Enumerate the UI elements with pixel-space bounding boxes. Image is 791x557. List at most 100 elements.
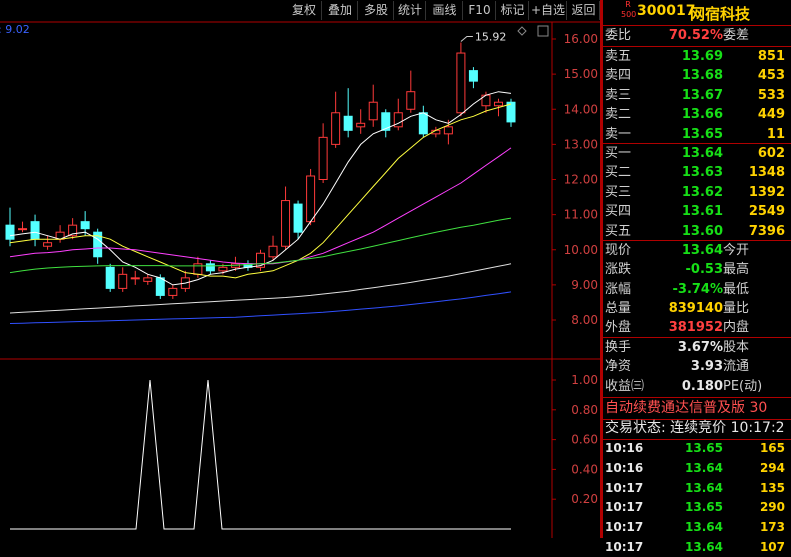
price-axis-label: 8.00	[571, 313, 598, 327]
asks-row[interactable]: 卖一 13.65 11	[605, 125, 791, 144]
candle-body	[30, 221, 40, 240]
stat-label: 涨幅	[605, 281, 632, 297]
bids-row[interactable]: 买二 13.63 1348	[605, 163, 791, 182]
peak-price-label: 15.92	[475, 31, 507, 44]
bids-row[interactable]: 买四 13.61 2549	[605, 202, 791, 221]
bids-price: 13.61	[681, 204, 723, 220]
tick-time: 10:17	[605, 520, 644, 535]
asks-label: 卖二	[605, 107, 632, 123]
bids-volume: 1348	[748, 165, 785, 181]
asks-row[interactable]: 卖二 13.66 449	[605, 105, 791, 124]
asks-price: 13.69	[681, 49, 723, 64]
weibi-label: 委比	[605, 28, 632, 43]
asks-price: 13.68	[681, 68, 723, 84]
toolbar-button-3[interactable]: 统计	[395, 1, 426, 20]
toolbar-button-5[interactable]: F10	[464, 1, 496, 20]
toolbar-button-4[interactable]: 画线	[427, 1, 463, 20]
finance-value: 3.93	[690, 359, 723, 375]
bids-price: 13.63	[681, 165, 723, 181]
tick-time: 10:17	[605, 540, 644, 554]
asks-row[interactable]: 卖三 13.67 533	[605, 86, 791, 105]
tick-row[interactable]: 10:16 13.64 294	[605, 459, 791, 478]
toolbar-button-2[interactable]: 多股	[359, 1, 394, 20]
price-axis-label: 9.00	[571, 278, 598, 292]
stat-label-2: 量比	[723, 300, 750, 316]
moving-average-ma250	[9, 291, 512, 324]
candle-body	[193, 263, 203, 275]
finance-label-2: 流通	[723, 359, 750, 375]
stat-label-2: 内盘	[723, 320, 750, 336]
stat-row: 涨跌 -0.53 最高	[605, 260, 791, 279]
bids-row[interactable]: 买一 13.64 602	[605, 144, 791, 163]
candle-body	[281, 200, 291, 247]
separator	[603, 397, 791, 398]
bids-row[interactable]: 买五 13.60 7396	[605, 222, 791, 241]
finance-label: 净资	[605, 359, 632, 375]
candle-body	[356, 122, 366, 128]
toolbar-button-1[interactable]: 叠加	[323, 1, 358, 20]
price-axis-label: 11.00	[564, 208, 598, 222]
tick-row[interactable]: 10:17 13.64 173	[605, 518, 791, 537]
tick-row[interactable]: 10:17 13.64 107	[605, 538, 791, 557]
candle-body	[118, 273, 128, 289]
tick-volume: 165	[759, 441, 785, 455]
candle-body	[80, 221, 90, 230]
indicator-signal-line	[10, 379, 511, 530]
bids-label: 买三	[605, 184, 632, 200]
asks-row[interactable]: 卖四 13.68 453	[605, 66, 791, 85]
tick-row[interactable]: 10:16 13.65 165	[605, 439, 791, 458]
bids-label: 买一	[605, 146, 632, 161]
panel-divider	[600, 0, 603, 538]
trade-status: 交易状态: 连续竞价 10:17:2	[605, 420, 785, 436]
tick-row[interactable]: 10:17 13.65 290	[605, 498, 791, 517]
tick-volume: 290	[759, 500, 785, 515]
ma-value-label: : 9.02	[0, 23, 30, 36]
asks-volume: 533	[757, 87, 785, 103]
asks-price: 13.67	[681, 87, 723, 103]
tick-time: 10:17	[605, 500, 644, 515]
candle-body	[331, 112, 341, 145]
tick-time: 10:17	[605, 480, 644, 495]
tick-row[interactable]: 10:17 13.64 135	[605, 479, 791, 498]
finance-row: 净资 3.93 流通	[605, 357, 791, 376]
stat-row: 现价 13.64 今开	[605, 241, 791, 260]
price-axis-label: 12.00	[564, 173, 598, 187]
toolbar-button-8[interactable]: 返回	[568, 1, 600, 20]
stat-label: 总量	[605, 300, 632, 316]
toolbar-button-7[interactable]: +自选	[530, 1, 567, 20]
stat-value: -0.53	[685, 262, 723, 278]
tick-price: 13.65	[685, 500, 723, 515]
finance-row: 收益㈢ 0.180 PE(动)	[605, 377, 791, 396]
bids-volume: 7396	[748, 223, 785, 239]
weibi-row: 委比 70.52% 委差	[605, 26, 749, 45]
stat-label-2: 最低	[723, 281, 750, 297]
weicha-label: 委差	[723, 28, 750, 43]
diamond-icon	[517, 26, 527, 36]
asks-row[interactable]: 卖五 13.69 851	[605, 47, 791, 66]
stat-label-2: 今开	[723, 243, 750, 258]
stock-code: 300017	[637, 3, 696, 19]
chart-toolbar: 复权 叠加 多股 统计 画线 F10 标记 +自选 返回	[0, 0, 600, 21]
finance-label: 换手	[605, 340, 632, 355]
asks-label: 卖三	[605, 87, 632, 103]
candle-body	[155, 277, 165, 296]
stat-label: 现价	[605, 243, 632, 258]
candle-body	[443, 126, 453, 135]
bids-volume: 1392	[748, 184, 785, 200]
candle-body	[468, 70, 478, 82]
toolbar-button-6[interactable]: 标记	[497, 1, 529, 20]
bids-row[interactable]: 买三 13.62 1392	[605, 183, 791, 202]
bids-label: 买二	[605, 165, 632, 181]
indicator-axis-label: 0.80	[571, 403, 598, 417]
indicator-axis-label: 0.40	[571, 462, 598, 476]
candle-body	[168, 287, 178, 296]
notice-banner[interactable]: 自动续费通达信普及版 30	[605, 399, 767, 418]
kline-chart[interactable]: 16.00 15.00 14.00 13.00 12.00 11.00 10.00 9.00 8…	[0, 0, 600, 538]
moving-average-ma120	[9, 263, 512, 314]
stat-row: 涨幅 -3.74% 最低	[605, 280, 791, 299]
candle-body	[205, 263, 215, 272]
tick-volume: 107	[759, 540, 785, 554]
asks-volume: 851	[757, 49, 785, 64]
tick-time: 10:16	[605, 441, 644, 455]
toolbar-button-0[interactable]: 复权	[287, 1, 322, 20]
